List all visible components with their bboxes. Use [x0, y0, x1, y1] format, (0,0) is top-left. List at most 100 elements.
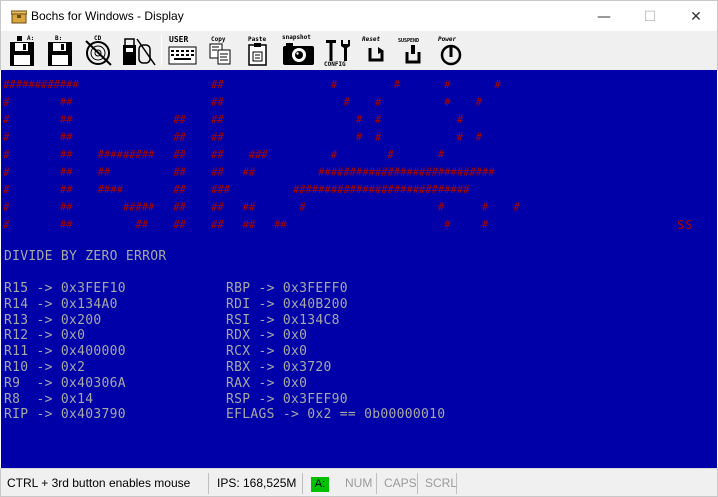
banner-glyph: # [179, 113, 186, 126]
banner-glyph: # [148, 201, 155, 214]
banner-glyph: # [217, 148, 224, 161]
suspend-button[interactable]: SUSPEND [397, 33, 431, 68]
banner-glyph: # [217, 236, 224, 238]
banner-glyph: # [431, 236, 438, 238]
register-line: R14 -> 0x134A0 [4, 296, 118, 312]
floppy-b-label: B: [55, 35, 63, 42]
banner-glyph: # [66, 183, 73, 196]
banner-glyph: # [249, 166, 256, 179]
reset-button[interactable]: Reset [361, 33, 393, 68]
banner-glyph: # [375, 96, 382, 109]
register-line: R8 -> 0x14 [4, 391, 94, 407]
mouse-hint: CTRL + 3rd button enables mouse [1, 473, 209, 494]
banner-glyph: # [3, 183, 10, 196]
floppy-a-button[interactable]: A: [7, 33, 39, 68]
register-line: RDX -> 0x0 [226, 328, 308, 344]
banner-glyph: # [476, 131, 483, 144]
register-line: RIP -> 0x403790 [4, 407, 126, 423]
banner-glyph: # [66, 96, 73, 109]
num-lock-indicator: NUM [339, 473, 377, 494]
ips-counter: IPS: 168,525M [211, 473, 303, 494]
banner-glyph: # [66, 131, 73, 144]
banner-glyph: # [224, 183, 231, 196]
banner-glyph: # [179, 201, 186, 214]
banner-glyph: # [299, 201, 306, 214]
register-line: R9 -> 0x40306A [4, 375, 126, 391]
suspend-label: SUSPEND [398, 38, 420, 44]
banner-glyph: # [3, 96, 10, 109]
reset-label: Reset [362, 36, 381, 43]
banner-glyph: # [3, 166, 10, 179]
close-button[interactable]: ✕ [673, 1, 718, 32]
banner-glyph: # [179, 148, 186, 161]
banner-glyph: # [494, 78, 501, 91]
power-button[interactable]: Power [437, 33, 469, 68]
banner-glyph: # [217, 78, 224, 91]
banner-glyph: # [217, 96, 224, 109]
register-line: R10 -> 0x2 [4, 360, 86, 375]
minimize-button[interactable]: — [581, 1, 627, 32]
corner-mark: SS [677, 218, 694, 232]
config-button[interactable]: CONFIG [323, 33, 353, 68]
banner-glyph: # [179, 131, 186, 144]
banner-glyph: # [72, 78, 79, 91]
banner-glyph: # [482, 218, 489, 231]
status-bar: CTRL + 3rd button enables mouse IPS: 168… [0, 468, 718, 497]
banner-glyph: # [387, 148, 394, 161]
banner-glyph: # [375, 113, 382, 126]
banner-glyph: # [3, 148, 10, 161]
banner-glyph: # [179, 183, 186, 196]
banner-glyph: # [457, 113, 464, 126]
register-line: RBX -> 0x3720 [226, 360, 332, 375]
banner-glyph: # [394, 78, 401, 91]
banner-glyph: # [148, 148, 155, 161]
window-title: Bochs for Windows - Display [31, 9, 184, 23]
cdrom-button[interactable]: CD [83, 33, 115, 68]
snapshot-button[interactable]: snapshot [281, 33, 317, 68]
config-label: CONFIG [324, 61, 346, 68]
copy-label: Copy [211, 36, 226, 43]
banner-glyph: # [488, 166, 495, 179]
user-button[interactable]: USER [167, 33, 199, 68]
banner-glyph: # [66, 148, 73, 161]
banner-glyph: # [249, 201, 256, 214]
vga-display[interactable]: # # # # # # # # # # # # # # # # # # # # # # # # # # # # # # # # # # # # # # # #… [1, 70, 717, 468]
banner-glyph: # [356, 131, 363, 144]
banner-glyph: # [280, 218, 287, 231]
banner-glyph: # [444, 218, 451, 231]
banner-glyph: # [261, 236, 268, 238]
banner-glyph: # [66, 201, 73, 214]
floppy-b-button[interactable]: B: [45, 33, 77, 68]
banner-glyph: # [66, 166, 73, 179]
banner-glyph: # [438, 201, 445, 214]
banner-glyph: # [3, 218, 10, 231]
banner-glyph: # [249, 218, 256, 231]
paste-button[interactable]: Paste [245, 33, 273, 68]
title-bar: Bochs for Windows - Display — ☐ ✕ [0, 0, 718, 31]
register-line: R12 -> 0x0 [4, 328, 86, 344]
banner-glyph: # [3, 201, 10, 214]
banner-glyph: # [104, 166, 111, 179]
banner-glyph: # [482, 201, 489, 214]
copy-button[interactable]: Copy [207, 33, 235, 68]
mouse-button[interactable] [135, 33, 157, 68]
register-line: R15 -> 0x3FEF10 [4, 281, 126, 296]
maximize-button[interactable]: ☐ [627, 1, 673, 32]
power-label: Power [438, 36, 457, 43]
banner-glyph: # [217, 113, 224, 126]
user-label: USER [169, 35, 189, 44]
banner-glyph: # [3, 113, 10, 126]
banner-glyph: # [331, 78, 338, 91]
banner-glyph: # [179, 218, 186, 231]
floppy-a-label: A: [27, 35, 35, 42]
snapshot-label: snapshot [282, 34, 311, 41]
toolbar-separator [161, 35, 162, 66]
banner-glyph: # [261, 148, 268, 161]
register-line: R13 -> 0x200 [4, 312, 102, 328]
error-title: DIVIDE BY ZERO ERROR [4, 249, 167, 264]
register-line: RAX -> 0x0 [226, 375, 308, 391]
bochs-app-icon [10, 9, 28, 24]
drive-indicator: A: [311, 477, 329, 492]
scroll-lock-indicator: SCRL [419, 473, 457, 494]
banner-glyph: # [343, 96, 350, 109]
